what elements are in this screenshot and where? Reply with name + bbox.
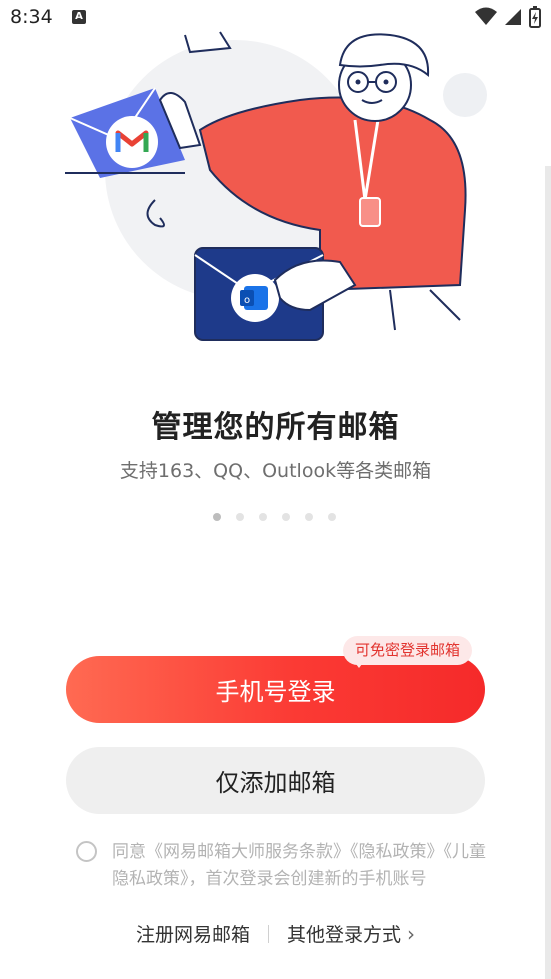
page-title: 管理您的所有邮箱 [151,410,400,445]
carousel-dot[interactable] [213,513,221,521]
bottom-links: 注册网易邮箱 其他登录方式 › [0,920,551,947]
carousel-dot[interactable] [328,513,336,521]
carousel-dot[interactable] [282,513,290,521]
phone-login-button[interactable]: 手机号登录 [66,656,485,723]
status-icons [475,6,541,28]
signal-icon [505,9,521,25]
badge-tail [353,660,365,668]
scrollbar[interactable] [545,166,551,979]
privacy-link[interactable]: 《隐私政策》 [350,842,444,862]
divider [268,924,269,943]
carousel-dot[interactable] [236,513,244,521]
status-time: 8:34 [10,6,53,28]
svg-text:o: o [244,295,250,306]
wifi-icon [475,7,497,25]
agreement-text: 同意《网易邮箱大师服务条款》《隐私政策》《儿童隐私政策》，首次登录会创建新的手机… [112,839,492,893]
carousel-dot[interactable] [305,513,313,521]
carousel-dot[interactable] [259,513,267,521]
carousel-indicator[interactable] [213,513,336,521]
register-link[interactable]: 注册网易邮箱 [136,920,250,947]
agreement-suffix: ，首次登录会创建新的手机账号 [188,869,427,889]
hero-illustration: o [65,31,487,341]
page-subtitle: 支持163、QQ、Outlook等各类邮箱 [119,460,432,482]
add-mailbox-button[interactable]: 仅添加邮箱 [66,747,485,814]
chevron-right-icon: › [407,922,416,946]
agreement-checkbox[interactable] [76,841,97,862]
agreement-prefix: 同意 [112,842,146,862]
terms-link[interactable]: 《网易邮箱大师服务条款》 [146,842,350,862]
notification-icon: A [72,10,86,24]
other-login-label: 其他登录方式 [287,924,402,946]
other-login-link[interactable]: 其他登录方式 › [287,920,415,947]
battery-icon [529,6,541,28]
